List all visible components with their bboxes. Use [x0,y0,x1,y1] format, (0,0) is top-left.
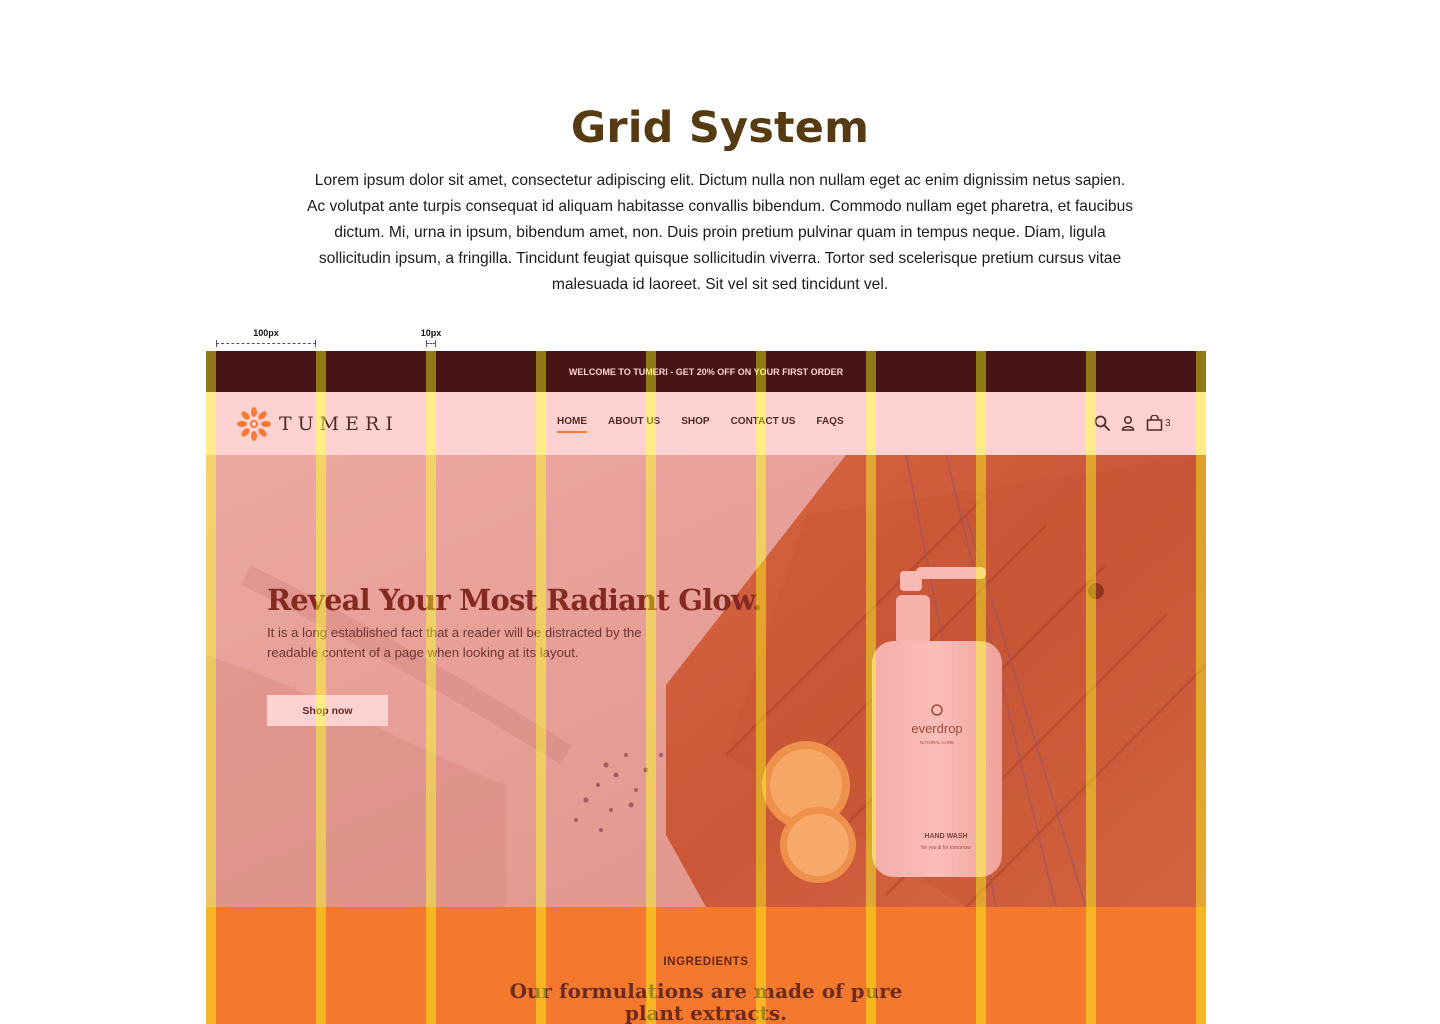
bag-icon[interactable] [1146,415,1163,431]
bottle-brand-text: everdrop [911,721,962,736]
search-icon[interactable] [1094,415,1110,431]
nav-item-contact-us[interactable]: CONTACT US [731,416,796,427]
page-title: Grid System [570,103,870,153]
ingredients-section: INGREDIENTS Our formulations are made of… [206,907,1206,1024]
announcement-text: WELCOME TO TUMERI - GET 20% OFF ON YOUR … [568,366,844,377]
shop-now-button[interactable]: Shop now [267,695,388,726]
sunflower-mandala-icon [237,407,271,441]
bottle-tagline-text: for you & for tomorrow [921,845,971,851]
column-width-label: 100px [253,328,279,338]
header-actions: 3 [1094,415,1171,431]
gutter-width-label: 10px [420,328,442,338]
nav-item-about-us[interactable]: ABOUT US [608,416,660,427]
cart-count-badge: 3 [1165,417,1171,429]
brand-logo[interactable]: TUMERI [237,407,399,441]
ingredients-heading: Our formulations are made of pure plant … [509,979,903,1024]
main-nav: HOME ABOUT US SHOP CONTACT US FAQS [557,416,844,433]
announcement-bar: WELCOME TO TUMERI - GET 20% OFF ON YOUR … [206,351,1206,392]
nav-item-faqs[interactable]: FAQS [816,416,843,427]
intro-paragraph: Lorem ipsum dolor sit amet, consectetur … [306,172,1134,293]
ingredients-label: INGREDIENTS [663,956,749,968]
user-icon[interactable] [1120,415,1136,431]
bottle-label-text: HAND WASH [924,833,967,840]
nav-item-home[interactable]: HOME [557,416,587,433]
nav-item-shop[interactable]: SHOP [681,416,709,427]
hero-title: Reveal Your Most Radiant Glow. [267,583,762,617]
hero-description: It is a long established fact that a rea… [267,625,642,660]
hero-product-image: everdrop NATURAL CARE HAND WASH for you … [206,455,1206,907]
brand-name: TUMERI [279,413,399,435]
bottle-sub-text: NATURAL CARE [920,740,954,745]
site-header: TUMERI HOME ABOUT US SHOP CONTACT US FAQ… [206,392,1206,455]
hero-copy: Reveal Your Most Radiant Glow. It is a l… [267,583,762,663]
website-mockup: WELCOME TO TUMERI - GET 20% OFF ON YOUR … [206,351,1206,1024]
hero-banner: everdrop NATURAL CARE HAND WASH for you … [206,455,1206,907]
